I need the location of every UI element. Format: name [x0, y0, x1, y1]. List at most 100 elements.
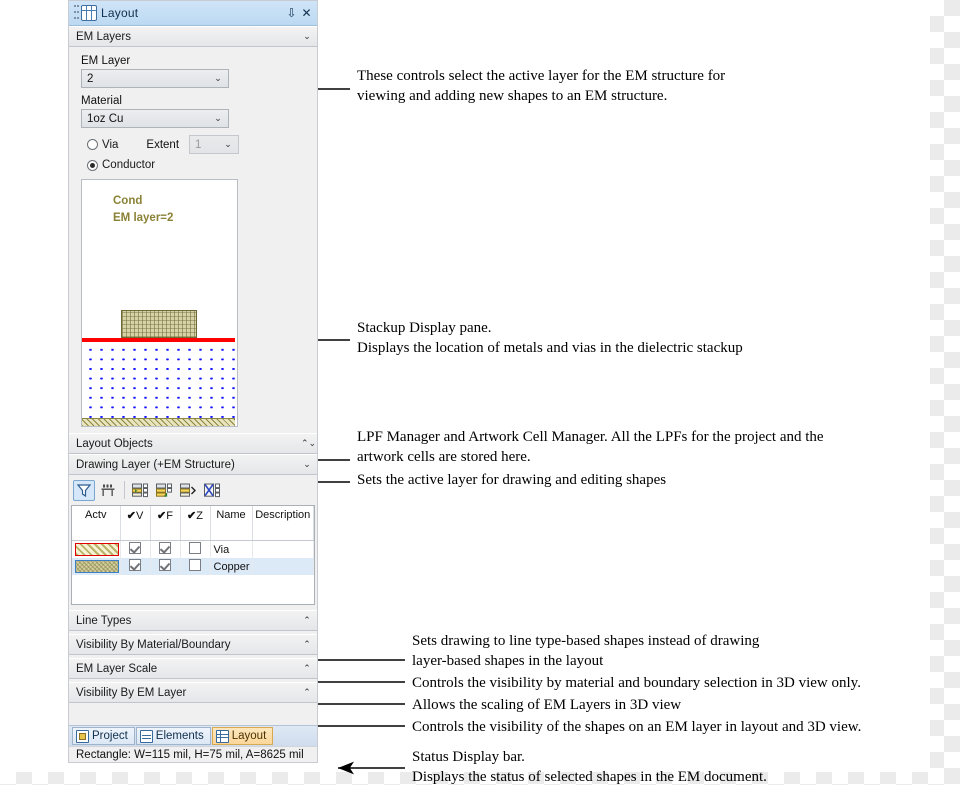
- row-description[interactable]: [252, 540, 314, 558]
- section-label-layout-objects: Layout Objects: [76, 437, 153, 450]
- line-types-note: Sets drawing to line type-based shapes i…: [412, 633, 760, 669]
- new-layer-icon[interactable]: [130, 480, 152, 501]
- chevron-down-icon: ⌄: [224, 139, 232, 149]
- stackup-display-pane[interactable]: Cond EM layer=2: [81, 179, 238, 427]
- column-f[interactable]: ✔F: [150, 506, 181, 541]
- row-v-checkbox[interactable]: [120, 558, 151, 575]
- status-note: Status Display bar. Displays the status …: [412, 749, 767, 785]
- status-text: Rectangle: W=115 mil, H=75 mil, A=8625 m…: [76, 748, 304, 761]
- column-z[interactable]: ✔Z: [180, 506, 211, 541]
- chevron-collapse-icon[interactable]: ⌄: [301, 460, 313, 469]
- checkbox-icon[interactable]: [159, 559, 171, 571]
- stackup-note: Stackup Display pane. Displays the locat…: [357, 320, 743, 356]
- em-layer-select[interactable]: 2 ⌄: [81, 69, 229, 88]
- chevron-expand-icon[interactable]: ⌃: [301, 688, 313, 697]
- chevron-expand-icon[interactable]: ⌃: [301, 640, 313, 649]
- tab-layout[interactable]: Layout: [211, 727, 274, 745]
- table-row[interactable]: Via: [72, 540, 314, 558]
- section-header-drawing-layer[interactable]: Drawing Layer (+EM Structure) ⌄: [69, 454, 317, 475]
- row-f-checkbox[interactable]: [150, 558, 181, 575]
- tab-project-label: Project: [92, 730, 128, 742]
- row-swatch[interactable]: [72, 540, 121, 558]
- section-header-em-layers[interactable]: EM Layers ⌄: [69, 26, 317, 47]
- drawing-layer-toolbar: [69, 475, 317, 503]
- row-name[interactable]: Copper: [210, 558, 253, 575]
- grip-dots-icon[interactable]: [73, 5, 79, 21]
- close-icon[interactable]: ✕: [299, 5, 314, 21]
- checkbox-icon[interactable]: [129, 559, 141, 571]
- column-description[interactable]: Description: [252, 506, 314, 541]
- row-f-checkbox[interactable]: [150, 540, 181, 558]
- pin-icon[interactable]: ⇩: [284, 5, 299, 21]
- tab-project[interactable]: Project: [72, 727, 135, 745]
- em-layer-scale-note: Allows the scaling of EM Layers in 3D vi…: [412, 697, 682, 713]
- chevron-expand-icon[interactable]: ⌃: [301, 664, 313, 673]
- section-label-em-layers: EM Layers: [76, 30, 131, 43]
- material-select[interactable]: 1oz Cu ⌄: [81, 109, 229, 128]
- row-name[interactable]: Via: [210, 540, 253, 558]
- via-radio[interactable]: [87, 139, 98, 150]
- column-name[interactable]: Name: [210, 506, 253, 541]
- layout-grid-icon: [215, 729, 229, 743]
- section-label-visibility-em-layer: Visibility By EM Layer: [76, 686, 187, 699]
- move-layer-icon[interactable]: [178, 480, 200, 501]
- column-actv[interactable]: Actv: [72, 506, 121, 541]
- table-row[interactable]: Copper: [72, 558, 314, 575]
- stackup-layer-label: Cond EM layer=2: [113, 193, 173, 227]
- filter-icon[interactable]: [73, 479, 95, 501]
- chevron-down-icon: ⌄: [214, 113, 222, 123]
- stackup-label-line1: Cond: [113, 195, 143, 207]
- table-columns-icon[interactable]: [97, 480, 119, 501]
- extent-select[interactable]: 1 ⌄: [189, 135, 240, 154]
- layout-panel: Layout ⇩ ✕ EM Layers ⌄ EM Layer 2 ⌄ Mate…: [68, 0, 318, 763]
- section-header-line-types[interactable]: Line Types ⌃: [69, 610, 317, 631]
- via-label: Via: [102, 138, 119, 151]
- chevron-expand-icon[interactable]: ⌃⌄: [301, 439, 316, 448]
- checkbox-icon[interactable]: [189, 542, 201, 554]
- chevron-expand-icon[interactable]: ⌃: [301, 616, 313, 625]
- chevron-collapse-icon[interactable]: ⌄: [301, 32, 313, 41]
- section-header-visibility-material[interactable]: Visibility By Material/Boundary ⌃: [69, 634, 317, 655]
- extent-value: 1: [195, 138, 202, 151]
- column-v[interactable]: ✔V: [120, 506, 151, 541]
- conductor-radio-row: Conductor: [87, 159, 317, 171]
- layout-grid-icon: [81, 5, 97, 21]
- tab-elements[interactable]: Elements: [135, 727, 211, 745]
- layer-table[interactable]: Actv ✔V ✔F ✔Z Name Description Via Coppe…: [71, 505, 315, 605]
- lpf-note: LPF Manager and Artwork Cell Manager. Al…: [357, 429, 824, 465]
- row-v-checkbox[interactable]: [120, 540, 151, 558]
- panel-title: Layout: [101, 6, 139, 20]
- via-swatch-icon: [75, 543, 119, 556]
- insert-layer-icon[interactable]: [154, 480, 176, 501]
- section-header-layout-objects[interactable]: Layout Objects ⌃⌄: [69, 433, 317, 454]
- tab-layout-label: Layout: [231, 730, 267, 742]
- row-swatch[interactable]: [72, 558, 121, 575]
- checkbox-icon[interactable]: [159, 542, 171, 554]
- chevron-down-icon: ⌄: [214, 73, 222, 83]
- stackup-label-line2: EM layer=2: [113, 212, 174, 224]
- row-description[interactable]: [252, 558, 314, 575]
- panel-titlebar: Layout ⇩ ✕: [69, 1, 317, 26]
- row-z-checkbox[interactable]: [180, 558, 211, 575]
- material-value: 1oz Cu: [87, 112, 124, 125]
- visibility-material-note: Controls the visibility by material and …: [412, 675, 861, 691]
- section-header-visibility-em-layer[interactable]: Visibility By EM Layer ⌃: [69, 682, 317, 703]
- status-display-bar: Rectangle: W=115 mil, H=75 mil, A=8625 m…: [69, 746, 317, 762]
- stackup-ground-plane: [82, 418, 235, 426]
- material-label: Material: [81, 95, 122, 107]
- checkbox-icon[interactable]: [129, 542, 141, 554]
- tab-elements-label: Elements: [155, 730, 204, 742]
- stackup-dielectric-region: [82, 342, 235, 420]
- section-label-visibility-material: Visibility By Material/Boundary: [76, 638, 231, 651]
- panel-tab-strip: Project Elements Layout: [69, 725, 317, 746]
- section-label-line-types: Line Types: [76, 614, 132, 627]
- copper-swatch-icon: [75, 560, 119, 573]
- em-layers-body: EM Layer 2 ⌄ Material 1oz Cu ⌄ Via Exten…: [69, 47, 317, 429]
- conductor-radio[interactable]: [87, 159, 98, 171]
- conductor-label: Conductor: [102, 159, 156, 171]
- row-z-checkbox[interactable]: [180, 540, 211, 558]
- em-layer-note: These controls select the active layer f…: [357, 68, 726, 104]
- delete-layer-icon[interactable]: [202, 480, 224, 501]
- checkbox-icon[interactable]: [189, 559, 201, 571]
- section-header-em-layer-scale[interactable]: EM Layer Scale ⌃: [69, 658, 317, 679]
